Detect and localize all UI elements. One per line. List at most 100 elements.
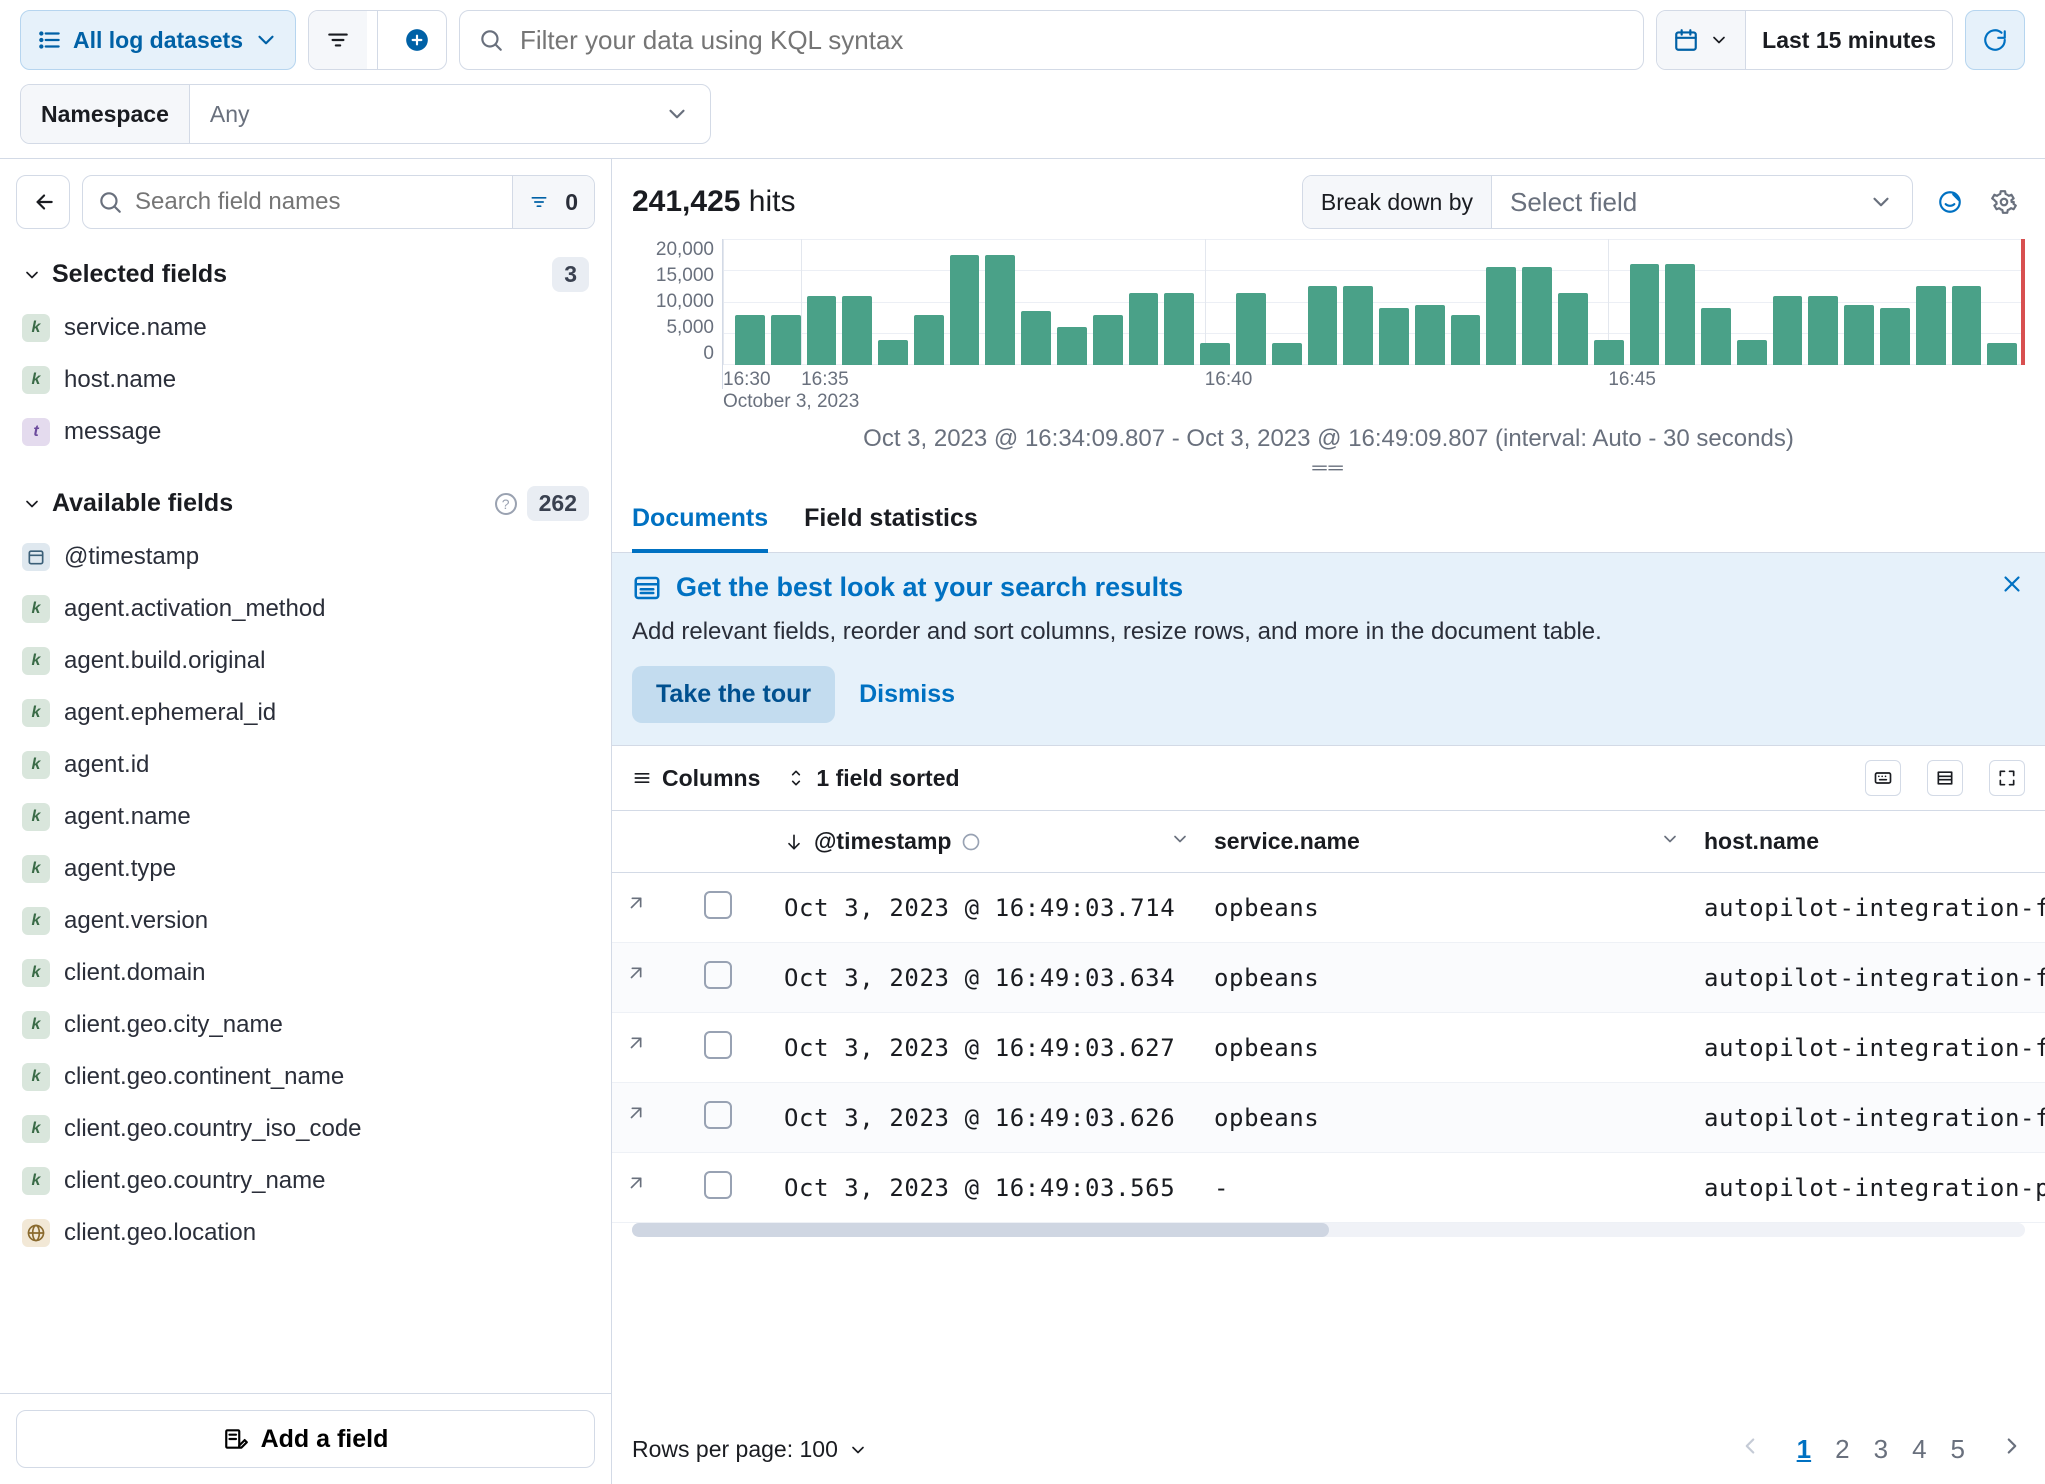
chart-bar[interactable] [1594, 340, 1624, 365]
column-header-timestamp[interactable]: @timestamp [772, 828, 1202, 855]
dismiss-button[interactable]: Dismiss [859, 680, 955, 709]
chart-bar[interactable] [1129, 293, 1159, 365]
field-item[interactable]: @timestamp [16, 533, 595, 581]
chart-bar[interactable] [1916, 286, 1946, 365]
field-item[interactable]: kclient.geo.country_iso_code [16, 1105, 595, 1153]
expand-row-button[interactable] [624, 964, 644, 990]
table-row[interactable]: Oct 3, 2023 @ 16:49:03.714 opbeans autop… [612, 873, 2045, 943]
add-field-button[interactable]: Add a field [16, 1410, 595, 1468]
keyboard-shortcuts-button[interactable] [1865, 760, 1901, 796]
field-item[interactable]: kclient.geo.continent_name [16, 1053, 595, 1101]
time-picker-label-wrap[interactable]: Last 15 minutes [1746, 11, 1952, 69]
chart-bar[interactable] [1844, 305, 1874, 365]
chart-bar[interactable] [1880, 308, 1910, 365]
sort-button[interactable]: 1 field sorted [786, 765, 959, 792]
field-filter-button[interactable]: 0 [512, 175, 594, 229]
display-options-button[interactable] [1927, 760, 1963, 796]
field-item[interactable]: kservice.name [16, 304, 595, 352]
column-header-service[interactable]: service.name [1202, 828, 1692, 855]
namespace-select[interactable]: Namespace Any [20, 84, 711, 144]
row-checkbox[interactable] [704, 1031, 732, 1059]
chart-bar[interactable] [1093, 315, 1123, 365]
filter-button[interactable] [309, 11, 367, 69]
expand-row-button[interactable] [624, 894, 644, 920]
chart-bar[interactable] [1308, 286, 1338, 365]
chart-bar[interactable] [1665, 264, 1695, 365]
chart-bar[interactable] [985, 255, 1015, 365]
chart-bar[interactable] [1630, 264, 1660, 365]
expand-row-button[interactable] [624, 1174, 644, 1200]
time-picker-calendar[interactable] [1657, 11, 1746, 69]
chart-bar[interactable] [1451, 315, 1481, 365]
column-menu-button[interactable] [1170, 828, 1190, 855]
chart-plot[interactable]: 16:30 16:35 16:40 16:45 October 3, 2023 [722, 239, 2025, 389]
column-header-host[interactable]: host.name [1692, 828, 2045, 855]
chart-bar[interactable] [842, 296, 872, 365]
fullscreen-button[interactable] [1989, 760, 2025, 796]
edit-visualization-button[interactable] [1929, 181, 1971, 223]
chart-bar[interactable] [1558, 293, 1588, 365]
chart-bar[interactable] [807, 296, 837, 365]
chart-bar[interactable] [735, 315, 765, 365]
expand-row-button[interactable] [624, 1034, 644, 1060]
chart-bar[interactable] [878, 340, 908, 365]
page-number-button[interactable]: 2 [1835, 1434, 1849, 1464]
chart-bar[interactable] [771, 315, 801, 365]
chart-bar[interactable] [1236, 293, 1266, 365]
namespace-value-wrap[interactable]: Any [190, 85, 710, 143]
refresh-button[interactable] [1965, 10, 2025, 70]
field-search-input[interactable] [133, 187, 502, 217]
chart-bar[interactable] [1737, 340, 1767, 365]
row-checkbox[interactable] [704, 961, 732, 989]
chart-bar[interactable] [1200, 343, 1230, 365]
take-tour-button[interactable]: Take the tour [632, 666, 835, 723]
chart-options-button[interactable] [1983, 181, 2025, 223]
page-next-button[interactable] [1999, 1433, 2025, 1466]
table-row[interactable]: Oct 3, 2023 @ 16:49:03.627 opbeans autop… [612, 1013, 2045, 1083]
column-menu-button[interactable] [1660, 828, 1680, 855]
field-item[interactable]: kagent.build.original [16, 637, 595, 685]
time-picker[interactable]: Last 15 minutes [1656, 10, 1953, 70]
table-row[interactable]: Oct 3, 2023 @ 16:49:03.626 opbeans autop… [612, 1083, 2045, 1153]
chart-bar[interactable] [1522, 267, 1552, 365]
chart-bar[interactable] [914, 315, 944, 365]
chart-bar[interactable] [1415, 305, 1445, 365]
page-number-button[interactable]: 4 [1912, 1434, 1926, 1464]
field-item[interactable]: client.geo.location [16, 1209, 595, 1257]
tab-documents[interactable]: Documents [632, 488, 768, 553]
histogram-chart[interactable]: 20,000 15,000 10,000 5,000 0 [612, 239, 2045, 488]
chart-bar[interactable] [1808, 296, 1838, 365]
page-prev-button[interactable] [1737, 1433, 1763, 1466]
chart-bar[interactable] [1379, 308, 1409, 365]
table-row[interactable]: Oct 3, 2023 @ 16:49:03.634 opbeans autop… [612, 943, 2045, 1013]
chart-bar[interactable] [1952, 286, 1982, 365]
field-item[interactable]: kagent.activation_method [16, 585, 595, 633]
dataset-selector[interactable]: All log datasets [20, 10, 296, 70]
field-item[interactable]: kagent.version [16, 897, 595, 945]
table-row[interactable]: Oct 3, 2023 @ 16:49:03.565 - autopilot-i… [612, 1153, 2045, 1223]
field-search[interactable]: 0 [82, 175, 595, 229]
chart-bar[interactable] [1057, 327, 1087, 365]
field-item[interactable]: khost.name [16, 356, 595, 404]
chart-bar[interactable] [1272, 343, 1302, 365]
chart-bar[interactable] [1164, 293, 1194, 365]
kql-input[interactable] [518, 24, 1625, 57]
row-checkbox[interactable] [704, 1101, 732, 1129]
info-icon[interactable]: ? [495, 493, 517, 515]
chart-bar[interactable] [1343, 286, 1373, 365]
chart-bar[interactable] [1021, 311, 1051, 365]
field-item[interactable]: kagent.name [16, 793, 595, 841]
chart-bar[interactable] [1773, 296, 1803, 365]
field-item[interactable]: kagent.ephemeral_id [16, 689, 595, 737]
page-number-button[interactable]: 3 [1874, 1434, 1888, 1464]
chart-resize-handle[interactable]: ══ [632, 457, 2025, 480]
field-item[interactable]: tmessage [16, 408, 595, 456]
tab-field-statistics[interactable]: Field statistics [804, 488, 978, 553]
row-checkbox[interactable] [704, 891, 732, 919]
available-fields-header[interactable]: Available fields ? 262 [16, 474, 595, 533]
collapse-sidebar-button[interactable] [16, 175, 70, 229]
rows-per-page-button[interactable]: Rows per page: 100 [632, 1436, 868, 1463]
row-checkbox[interactable] [704, 1171, 732, 1199]
chart-bar[interactable] [1701, 308, 1731, 365]
field-item[interactable]: kclient.geo.city_name [16, 1001, 595, 1049]
